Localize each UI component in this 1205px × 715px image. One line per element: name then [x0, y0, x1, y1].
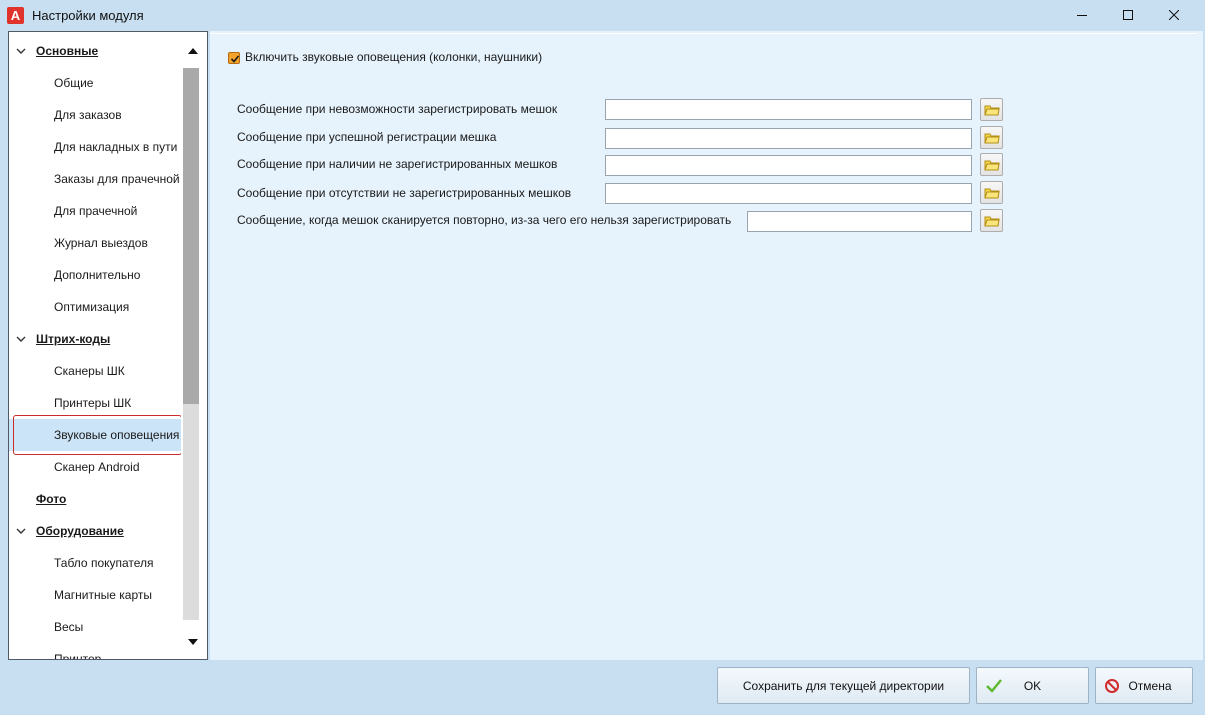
browse-button-unregistered-present[interactable] — [980, 153, 1003, 176]
tree-item[interactable]: Звуковые оповещения — [9, 419, 181, 451]
ok-label: OK — [1023, 678, 1042, 693]
chevron-down-icon[interactable] — [16, 47, 26, 55]
msg-label-register-success: Сообщение при успешной регистрации мешка — [237, 130, 497, 144]
scroll-up-arrow-icon[interactable] — [187, 47, 199, 55]
folder-icon — [983, 160, 1000, 171]
ok-button[interactable]: OK — [976, 667, 1089, 704]
tree-item-label: Общие — [54, 76, 94, 90]
cancel-label: Отмена — [1128, 678, 1172, 693]
tree-item-label: Сканеры ШК — [54, 364, 125, 378]
folder-icon — [983, 188, 1000, 199]
msg-label-unregistered-absent: Сообщение при отсутствии не зарегистриро… — [237, 186, 572, 200]
chevron-down-icon[interactable] — [16, 335, 26, 343]
tree-item[interactable]: Магнитные карты — [9, 579, 181, 611]
action-bar: Сохранить для текущей директории OK Отме… — [0, 660, 1205, 715]
cancel-button[interactable]: Отмена — [1095, 667, 1193, 704]
msg-input-register-success[interactable] — [605, 128, 972, 149]
maximize-icon — [1123, 10, 1133, 20]
msg-label-unregistered-present: Сообщение при наличии не зарегистрирован… — [237, 157, 558, 171]
tree-item-label: Журнал выездов — [54, 236, 148, 250]
msg-input-repeat-scan[interactable] — [747, 211, 972, 232]
tree-item-label: Звуковые оповещения — [54, 428, 180, 442]
tree-item-label: Для накладных в пути — [54, 140, 178, 154]
folder-icon — [983, 216, 1000, 227]
checkmark-icon — [986, 679, 1002, 693]
title-bar: A Настройки модуля — [0, 0, 1205, 31]
minimize-button[interactable] — [1059, 0, 1105, 30]
app-logo-icon: A — [7, 7, 24, 24]
tree-item-label: Оптимизация — [54, 300, 130, 314]
tree-item-label: Принтер — [54, 652, 102, 660]
tree-group-item[interactable]: Основные — [9, 35, 181, 67]
divider — [210, 33, 1197, 34]
tree-item[interactable]: Заказы для прачечной — [9, 163, 181, 195]
tree-item-label: Принтеры ШК — [54, 396, 132, 410]
tree-item-label: Оборудование — [36, 524, 124, 538]
scroll-down-arrow-icon[interactable] — [187, 638, 199, 646]
msg-input-unregistered-absent[interactable] — [605, 183, 972, 204]
tree-item[interactable]: Для накладных в пути — [9, 131, 181, 163]
tree-item-label: Весы — [54, 620, 84, 634]
tree-item[interactable]: Сканеры ШК — [9, 355, 181, 387]
tree-item[interactable]: Для прачечной — [9, 195, 181, 227]
tree-item-label: Сканер Android — [54, 460, 140, 474]
browse-button-register-success[interactable] — [980, 126, 1003, 149]
tree-group-item[interactable]: Штрих-коды — [9, 323, 181, 355]
tree-scrollbar[interactable] — [181, 32, 205, 659]
msg-input-register-fail[interactable] — [605, 99, 972, 120]
tree-item-label: Заказы для прачечной — [54, 172, 180, 186]
tree-item-label: Для заказов — [54, 108, 122, 122]
msg-label-repeat-scan: Сообщение, когда мешок сканируется повто… — [237, 213, 732, 227]
tree-item[interactable]: Сканер Android — [9, 451, 181, 483]
tree-item[interactable]: Принтеры ШК — [9, 387, 181, 419]
tree-item[interactable]: Для заказов — [9, 99, 181, 131]
browse-button-unregistered-absent[interactable] — [980, 181, 1003, 204]
window-title: Настройки модуля — [32, 8, 144, 23]
tree-item[interactable]: Оптимизация — [9, 291, 181, 323]
content-panel: Включить звуковые оповещения (колонки, н… — [210, 31, 1203, 660]
tree-item[interactable]: Дополнительно — [9, 259, 181, 291]
tree-item[interactable]: Принтер — [9, 643, 181, 660]
cancel-icon — [1105, 679, 1119, 693]
save-for-directory-label: Сохранить для текущей директории — [742, 678, 945, 693]
enable-sound-checkbox[interactable] — [228, 52, 240, 64]
maximize-button[interactable] — [1105, 0, 1151, 30]
msg-input-unregistered-present[interactable] — [605, 155, 972, 176]
minimize-icon — [1077, 15, 1087, 16]
folder-icon — [983, 105, 1000, 116]
enable-sound-label[interactable]: Включить звуковые оповещения (колонки, н… — [245, 50, 542, 64]
tree-item-label: Для прачечной — [54, 204, 138, 218]
tree-item-label: Основные — [36, 44, 99, 58]
close-button[interactable] — [1151, 0, 1197, 30]
tree-item-label: Штрих-коды — [36, 332, 111, 346]
chevron-down-icon[interactable] — [16, 527, 26, 535]
tree-item-label: Фото — [36, 492, 67, 506]
tree-item[interactable]: Табло покупателя — [9, 547, 181, 579]
tree-item-label: Табло покупателя — [54, 556, 154, 570]
tree-item[interactable]: Весы — [9, 611, 181, 643]
browse-button-repeat-scan[interactable] — [980, 209, 1003, 232]
save-for-directory-button[interactable]: Сохранить для текущей директории — [717, 667, 970, 704]
scroll-track[interactable] — [183, 68, 199, 620]
settings-tree: Основные Общие Для заказов Для накладных в … — [8, 31, 208, 660]
close-icon — [1169, 10, 1179, 20]
tree-item[interactable]: Журнал выездов — [9, 227, 181, 259]
browse-button-register-fail[interactable] — [980, 98, 1003, 121]
checkmark-icon — [230, 55, 240, 63]
tree-item[interactable]: Общие — [9, 67, 181, 99]
folder-icon — [983, 133, 1000, 144]
tree-item-label: Дополнительно — [54, 268, 141, 282]
tree-item-label: Магнитные карты — [54, 588, 152, 602]
msg-label-register-fail: Сообщение при невозможности зарегистриро… — [237, 102, 558, 116]
tree-group-item[interactable]: Фото — [9, 483, 181, 515]
scroll-thumb[interactable] — [183, 68, 199, 404]
tree-group-item[interactable]: Оборудование — [9, 515, 181, 547]
